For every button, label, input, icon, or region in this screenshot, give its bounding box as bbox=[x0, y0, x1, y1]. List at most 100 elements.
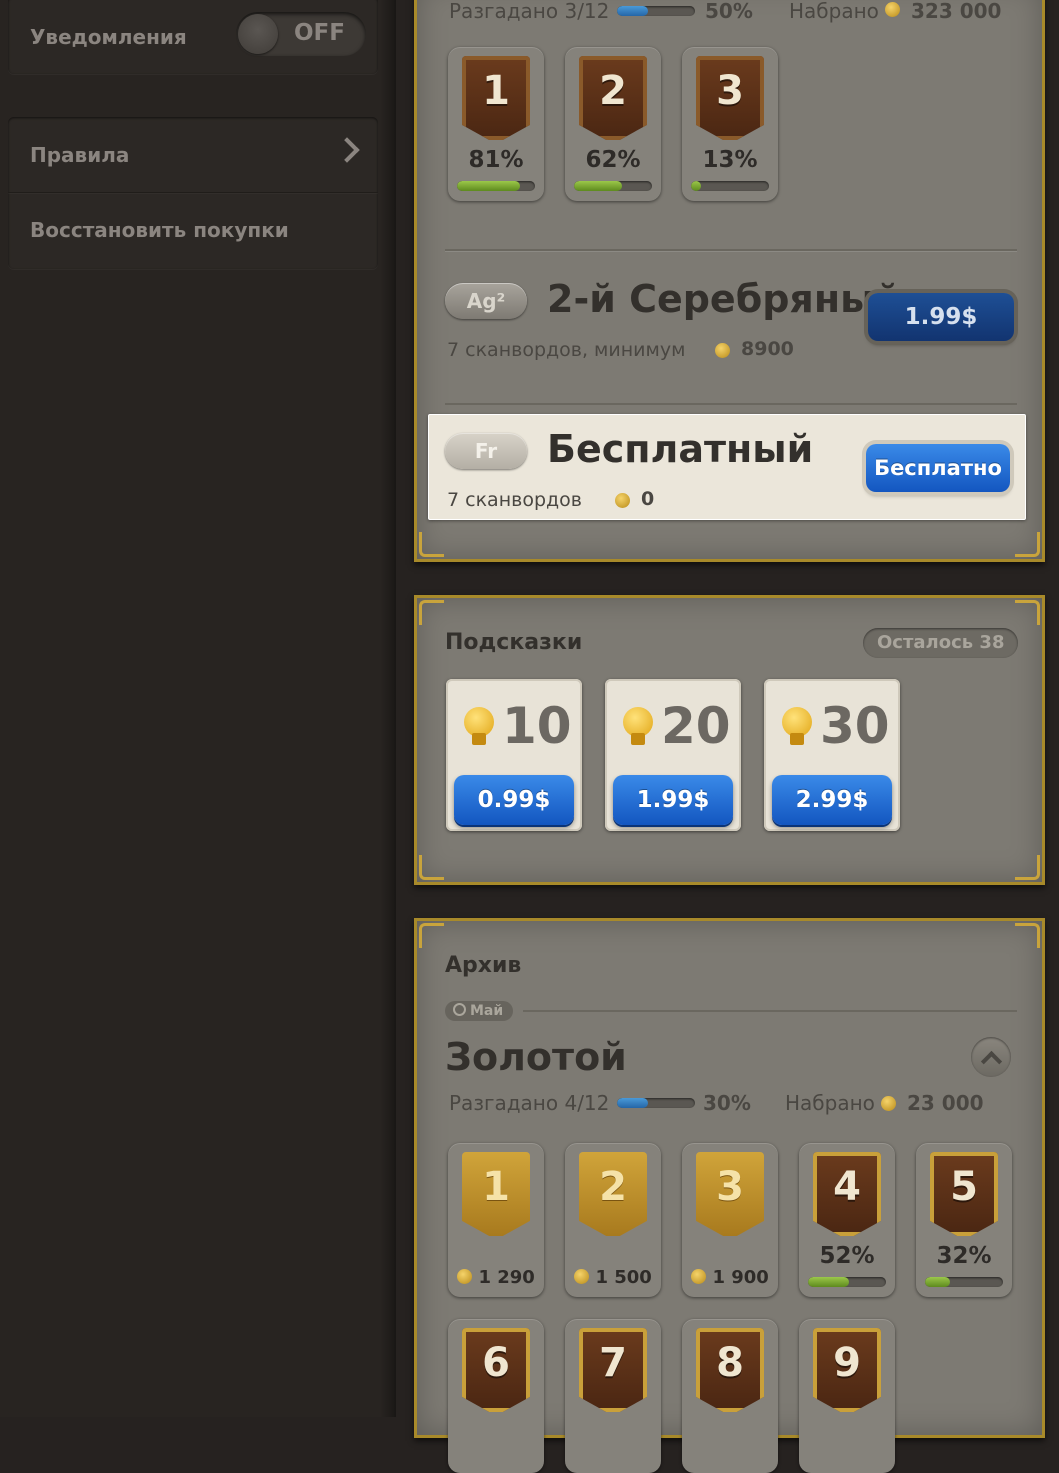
toggle-label: OFF bbox=[294, 20, 345, 46]
level-badge: 3 bbox=[696, 56, 764, 140]
level-badge: 8 bbox=[696, 1328, 764, 1412]
level-percent: 81% bbox=[468, 147, 524, 173]
hint-pack-quantity: 30 bbox=[820, 697, 890, 755]
rules-row[interactable]: Правила bbox=[8, 117, 378, 192]
solved-percent: 50% bbox=[705, 0, 753, 23]
level-tile[interactable]: 1 1 290 bbox=[448, 1143, 544, 1297]
level-tile[interactable]: 9 bbox=[799, 1319, 895, 1473]
score-value: 323 000 bbox=[911, 0, 1002, 23]
coin-icon bbox=[457, 1269, 473, 1284]
silver-buy-button[interactable]: 1.99$ bbox=[868, 293, 1014, 341]
solved-progress-bar bbox=[617, 6, 695, 16]
corner-ornament bbox=[1015, 855, 1040, 880]
hints-title: Подсказки bbox=[445, 630, 583, 655]
corner-ornament bbox=[1015, 923, 1040, 948]
free-get-button[interactable]: Бесплатно bbox=[866, 444, 1010, 492]
hints-panel: Подсказки Осталось 38 10 0.99$ 20 1.99$ … bbox=[414, 595, 1045, 885]
solved-label: Разгадано 4/12 bbox=[449, 1091, 610, 1115]
coin-icon bbox=[715, 342, 730, 361]
level-badge: 5 bbox=[930, 1152, 998, 1236]
free-coins: 0 bbox=[641, 488, 655, 510]
hint-pack-card: 30 2.99$ bbox=[764, 679, 900, 831]
score-label: Набрано bbox=[785, 1091, 875, 1115]
section-title: Золотой bbox=[445, 1035, 627, 1079]
current-panel: Разгадано 3/12 50% Набрано 323 000 1 81%… bbox=[414, 0, 1045, 562]
free-row[interactable]: Fr Бесплатный 7 сканвордов 0 Бесплатно bbox=[428, 414, 1026, 520]
toggle-knob bbox=[238, 14, 278, 54]
level-tile[interactable]: 3 1 900 bbox=[682, 1143, 778, 1297]
score-label: Набрано bbox=[789, 0, 879, 23]
free-plaque: Fr bbox=[445, 433, 527, 469]
level-badge: 2 bbox=[579, 56, 647, 140]
hint-pack-quantity: 20 bbox=[661, 697, 731, 755]
level-percent: 32% bbox=[936, 1243, 992, 1269]
level-tile[interactable]: 1 81% bbox=[448, 47, 544, 201]
level-percent: 13% bbox=[702, 147, 758, 173]
silver-plaque: Ag² bbox=[445, 283, 527, 319]
solved-progress-bar bbox=[617, 1098, 695, 1108]
level-tile[interactable]: 7 bbox=[565, 1319, 661, 1473]
collapse-button[interactable] bbox=[971, 1037, 1011, 1077]
corner-ornament bbox=[1015, 600, 1040, 625]
level-badge: 2 bbox=[579, 1152, 647, 1236]
restore-purchases-label: Восстановить покупки bbox=[30, 218, 289, 242]
level-badge: 3 bbox=[696, 1152, 764, 1236]
level-badge: 9 bbox=[813, 1328, 881, 1412]
level-tile[interactable]: 3 13% bbox=[682, 47, 778, 201]
separator bbox=[523, 1010, 1017, 1012]
level-coins: 1 500 bbox=[565, 1267, 661, 1288]
corner-ornament bbox=[419, 532, 444, 557]
level-progress-bar bbox=[691, 181, 769, 191]
hint-pack-buy-button[interactable]: 2.99$ bbox=[772, 775, 892, 825]
level-percent: 62% bbox=[585, 147, 641, 173]
score-value: 23 000 bbox=[907, 1091, 984, 1115]
notifications-toggle[interactable]: OFF bbox=[236, 12, 366, 56]
coin-icon bbox=[691, 1269, 707, 1284]
coin-icon bbox=[574, 1269, 590, 1284]
archive-title: Архив bbox=[445, 953, 522, 978]
silver-description: 7 сканвордов, минимум bbox=[447, 339, 686, 361]
chevron-up-icon bbox=[980, 1050, 1003, 1073]
month-tag: Май bbox=[445, 1001, 514, 1021]
month-label: Май bbox=[470, 1003, 504, 1019]
solved-label: Разгадано 3/12 bbox=[449, 0, 610, 23]
notifications-group: Уведомления OFF bbox=[8, 0, 378, 74]
hint-pack-quantity: 10 bbox=[502, 697, 572, 755]
chevron-right-icon bbox=[334, 137, 360, 163]
hint-pack-card: 10 0.99$ bbox=[446, 679, 582, 831]
level-tile[interactable]: 2 1 500 bbox=[565, 1143, 661, 1297]
level-coins: 1 290 bbox=[448, 1267, 544, 1288]
rules-label: Правила bbox=[30, 142, 130, 167]
sidebar: Уведомления OFF Правила Восстановить пок… bbox=[0, 0, 394, 1417]
coin-icon bbox=[881, 1095, 896, 1114]
level-tile[interactable]: 5 32% bbox=[916, 1143, 1012, 1297]
level-tile[interactable]: 4 52% bbox=[799, 1143, 895, 1297]
notifications-row: Уведомления OFF bbox=[8, 0, 378, 74]
hint-pack-card: 20 1.99$ bbox=[605, 679, 741, 831]
coin-icon bbox=[885, 1, 900, 20]
level-badge: 7 bbox=[579, 1328, 647, 1412]
silver-coins: 8900 bbox=[741, 338, 794, 360]
archive-panel: Архив Май Золотой Разгадано 4/12 30% Наб… bbox=[414, 918, 1045, 1473]
level-percent: 52% bbox=[819, 1243, 875, 1269]
corner-ornament bbox=[419, 600, 444, 625]
coin-icon bbox=[615, 492, 630, 511]
corner-ornament bbox=[419, 855, 444, 880]
level-coins: 1 900 bbox=[682, 1267, 778, 1288]
level-tile[interactable]: 6 bbox=[448, 1319, 544, 1473]
hint-pack-buy-button[interactable]: 0.99$ bbox=[454, 775, 574, 825]
level-badge: 1 bbox=[462, 1152, 530, 1236]
separator bbox=[445, 249, 1017, 251]
clock-icon bbox=[453, 1003, 466, 1016]
level-tile[interactable]: 2 62% bbox=[565, 47, 661, 201]
free-title: Бесплатный bbox=[547, 427, 814, 471]
free-description: 7 сканвордов bbox=[447, 489, 582, 511]
hint-pack-buy-button[interactable]: 1.99$ bbox=[613, 775, 733, 825]
level-badge: 6 bbox=[462, 1328, 530, 1412]
level-badge: 1 bbox=[462, 56, 530, 140]
level-tile[interactable]: 8 bbox=[682, 1319, 778, 1473]
sidebar-shadow bbox=[380, 0, 396, 1417]
settings-group: Правила Восстановить покупки bbox=[8, 117, 378, 269]
restore-purchases-row[interactable]: Восстановить покупки bbox=[8, 192, 378, 267]
level-badge: 4 bbox=[813, 1152, 881, 1236]
